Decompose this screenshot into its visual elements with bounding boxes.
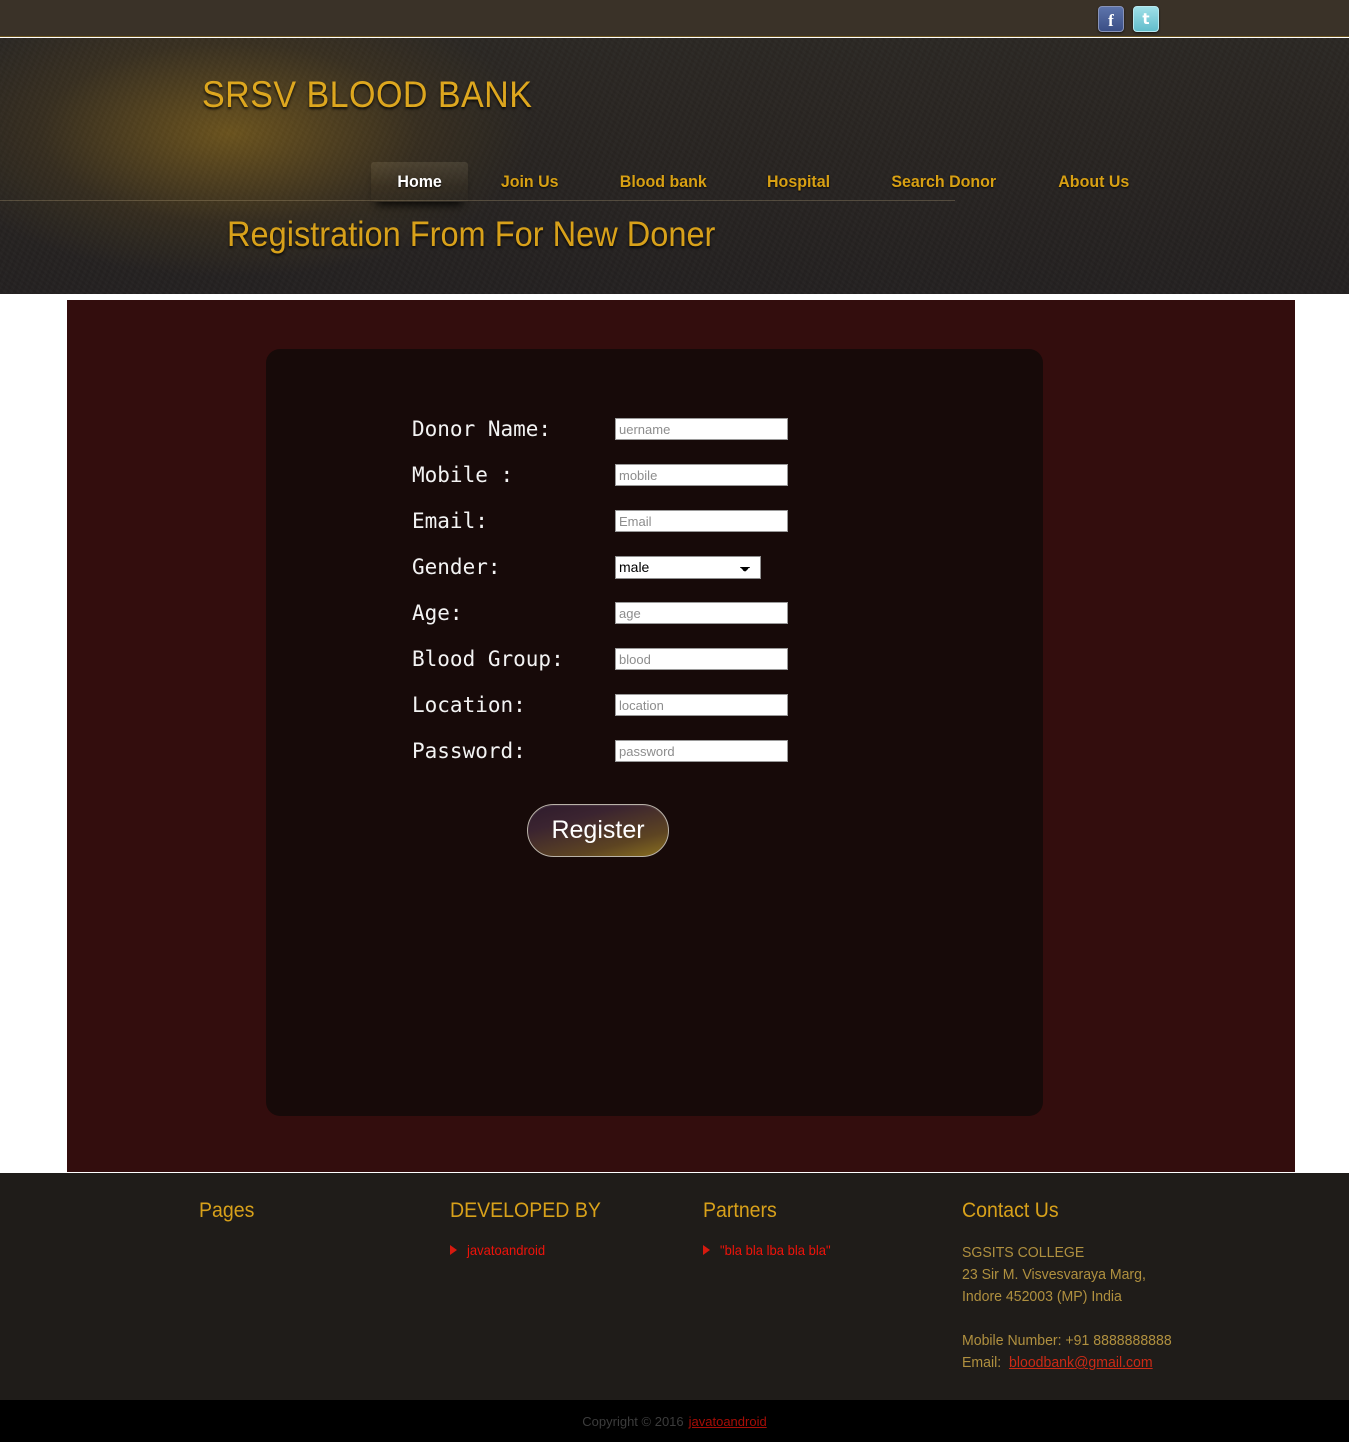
content-area: Donor Name: Mobile : Email: Gender: male… bbox=[67, 300, 1295, 1172]
blood-group-input[interactable] bbox=[615, 648, 788, 670]
mobile-input[interactable] bbox=[615, 464, 788, 486]
form-row-gender: Gender: male female bbox=[412, 544, 1012, 590]
label-email: Email: bbox=[412, 509, 488, 533]
top-bar: f t bbox=[0, 0, 1349, 37]
triangle-bullet-icon bbox=[450, 1245, 457, 1255]
copyright-text: Copyright © 2016 bbox=[582, 1413, 684, 1429]
page-title: Registration From For New Doner bbox=[227, 215, 716, 254]
label-blood-group: Blood Group: bbox=[412, 647, 564, 671]
email-input[interactable] bbox=[615, 510, 788, 532]
footer-link-row[interactable]: javatoandroid bbox=[450, 1242, 612, 1258]
label-mobile: Mobile : bbox=[412, 463, 514, 487]
contact-city: Indore 452003 (MP) India bbox=[962, 1288, 1122, 1305]
contact-mobile: Mobile Number: +91 8888888888 bbox=[962, 1332, 1172, 1349]
main-navigation: Home Join Us Blood bank Hospital Search … bbox=[368, 162, 1159, 202]
registration-form-panel: Donor Name: Mobile : Email: Gender: male… bbox=[266, 349, 1043, 1116]
triangle-bullet-icon bbox=[703, 1245, 710, 1255]
password-input[interactable] bbox=[615, 740, 788, 762]
label-donor-name: Donor Name: bbox=[412, 417, 552, 441]
contact-spacer bbox=[962, 1308, 1185, 1330]
footer-column-developed-by: DEVELOPED BY javatoandroid bbox=[450, 1199, 612, 1258]
registration-form: Donor Name: Mobile : Email: Gender: male… bbox=[412, 406, 1012, 774]
footer-link-row[interactable]: "bla bla lba bla bla" bbox=[703, 1242, 839, 1258]
contact-email-label: Email: bbox=[962, 1354, 1002, 1371]
form-row-donor-name: Donor Name: bbox=[412, 406, 1012, 452]
nav-item-about-us[interactable]: About Us bbox=[1032, 162, 1156, 202]
site-title: SRSV BLOOD BANK bbox=[202, 74, 533, 115]
contact-email-row: Email: bloodbank@gmail.com bbox=[962, 1352, 1185, 1374]
facebook-glyph: f bbox=[1108, 11, 1114, 30]
footer-link-partner[interactable]: "bla bla lba bla bla" bbox=[720, 1242, 831, 1258]
contact-email-link[interactable]: bloodbank@gmail.com bbox=[1009, 1354, 1153, 1371]
register-button[interactable]: Register bbox=[527, 804, 669, 857]
footer-link-javatoandroid[interactable]: javatoandroid bbox=[467, 1242, 545, 1258]
footer-heading-developed-by: DEVELOPED BY bbox=[450, 1199, 601, 1222]
form-row-password: Password: bbox=[412, 728, 1012, 774]
location-input[interactable] bbox=[615, 694, 788, 716]
contact-college: SGSITS COLLEGE bbox=[962, 1244, 1085, 1261]
social-links: f t bbox=[1098, 6, 1159, 32]
nav-item-join-us[interactable]: Join Us bbox=[475, 162, 585, 202]
donor-name-input[interactable] bbox=[615, 418, 788, 440]
label-location: Location: bbox=[412, 693, 526, 717]
footer-heading-contact: Contact Us bbox=[962, 1199, 1059, 1222]
contact-street: 23 Sir M. Visvesvaraya Marg, bbox=[962, 1266, 1146, 1283]
label-password: Password: bbox=[412, 739, 526, 763]
nav-item-blood-bank[interactable]: Blood bank bbox=[593, 162, 733, 202]
age-input[interactable] bbox=[615, 602, 788, 624]
copyright-link[interactable]: javatoandroid bbox=[689, 1414, 767, 1429]
label-age: Age: bbox=[412, 601, 463, 625]
footer-column-pages: Pages bbox=[199, 1199, 259, 1242]
footer-heading-partners: Partners bbox=[703, 1199, 777, 1222]
nav-item-search-donor[interactable]: Search Donor bbox=[865, 162, 1022, 202]
facebook-icon[interactable]: f bbox=[1098, 6, 1124, 32]
twitter-icon[interactable]: t bbox=[1133, 6, 1159, 32]
form-row-mobile: Mobile : bbox=[412, 452, 1012, 498]
form-row-blood-group: Blood Group: bbox=[412, 636, 1012, 682]
gender-select[interactable]: male female bbox=[615, 555, 761, 579]
site-footer: Pages DEVELOPED BY javatoandroid Partner… bbox=[0, 1173, 1349, 1400]
twitter-glyph: t bbox=[1142, 10, 1150, 28]
form-row-location: Location: bbox=[412, 682, 1012, 728]
site-header: SRSV BLOOD BANK Home Join Us Blood bank … bbox=[0, 38, 1349, 294]
footer-column-partners: Partners "bla bla lba bla bla" bbox=[703, 1199, 839, 1258]
nav-item-hospital[interactable]: Hospital bbox=[741, 162, 857, 202]
form-row-age: Age: bbox=[412, 590, 1012, 636]
footer-column-contact: Contact Us SGSITS COLLEGE 23 Sir M. Visv… bbox=[962, 1199, 1185, 1374]
footer-heading-pages: Pages bbox=[199, 1199, 255, 1222]
label-gender: Gender: bbox=[412, 555, 501, 579]
nav-item-home[interactable]: Home bbox=[371, 162, 469, 202]
copyright-bar: Copyright © 2016 javatoandroid bbox=[0, 1400, 1349, 1442]
form-row-email: Email: bbox=[412, 498, 1012, 544]
